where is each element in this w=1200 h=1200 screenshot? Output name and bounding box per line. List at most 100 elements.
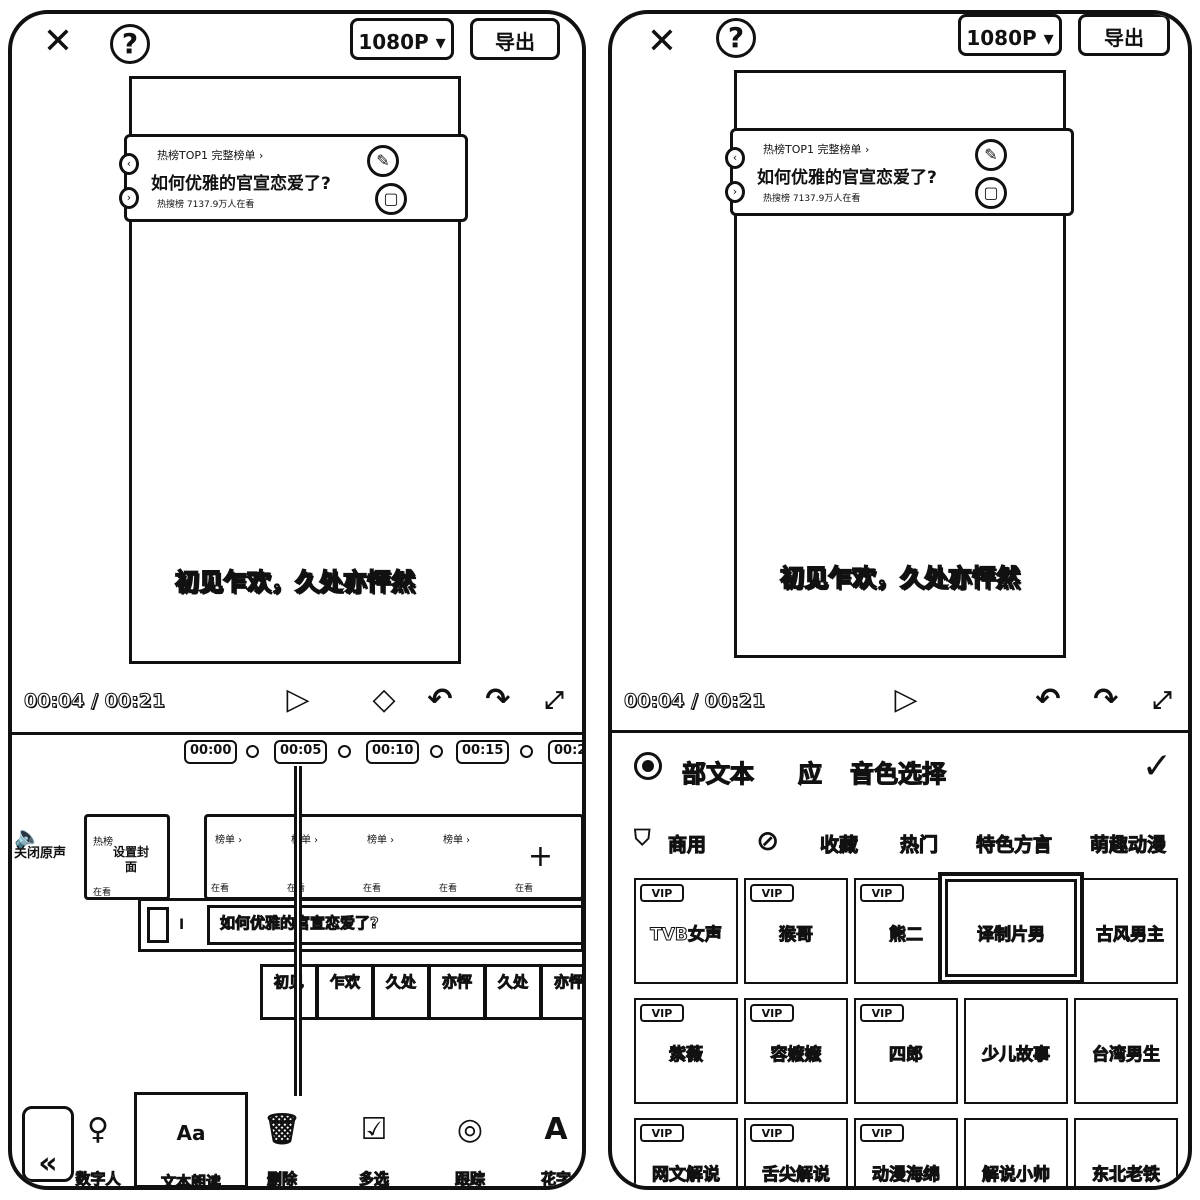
voice-card[interactable]: VIP 舌尖解说 [744, 1118, 848, 1186]
tag-icon: › [725, 181, 745, 203]
apply-all-radio-icon[interactable] [634, 752, 662, 780]
subtitle-clip[interactable]: 亦怦 [540, 964, 582, 1020]
voice-card-selected[interactable]: 译制片男 [938, 872, 1084, 984]
voice-name: 容嬷嬷 [770, 1045, 822, 1066]
subtitle-clip[interactable]: 乍欢 [316, 964, 372, 1020]
category-commercial[interactable]: 商用 [667, 830, 706, 857]
voice-card[interactable]: VIP 紫薇 [634, 998, 738, 1104]
video-subtitle[interactable]: 初见乍欢，久处亦怦然 [734, 558, 1066, 593]
tool-tracking[interactable]: ◎ 跟踪 [430, 1092, 510, 1186]
add-clip-icon[interactable]: + [528, 839, 553, 874]
set-cover-button[interactable]: 热榜 设置封面 在看 [84, 814, 170, 900]
fullscreen-icon[interactable]: ⤢ [534, 680, 574, 720]
editor-screen-timeline: ✕ ? 1080P ▾ 导出 ‹ › 热榜TOP1 完整榜单 › 如何优雅的官宣… [8, 10, 586, 1190]
tool-label: 多选 [358, 1170, 389, 1188]
category-anime[interactable]: 萌趣动漫 [1089, 830, 1166, 857]
time-tick: 00:10 [366, 740, 420, 764]
redo-icon[interactable]: ↷ [478, 680, 518, 720]
voice-name: 舌尖解说 [762, 1165, 831, 1186]
clip-handle[interactable] [147, 907, 169, 943]
resolution-button[interactable]: 1080P ▾ [958, 14, 1062, 56]
play-icon[interactable]: ▷ [278, 680, 318, 720]
scale-handle-icon[interactable]: ▢ [375, 183, 407, 215]
keyframe-icon[interactable]: ◇ [364, 680, 404, 720]
category-dialect[interactable]: 特色方言 [975, 830, 1052, 857]
text-clip[interactable]: 如何优雅的官宣恋爱了? [207, 905, 581, 945]
cover-bottom: 在看 [93, 888, 112, 898]
no-voice-icon[interactable]: ⊘ [756, 824, 779, 857]
subtitle-clip[interactable]: 久处 [372, 964, 428, 1020]
voice-card[interactable]: VIP 四郎 [854, 998, 958, 1104]
hot-card-sub-line: 热搜榜 7137.9万人在看 [763, 194, 861, 204]
voice-card[interactable]: 解说小帅 [964, 1118, 1068, 1186]
play-icon[interactable]: ▷ [886, 680, 926, 720]
undo-icon[interactable]: ↶ [1028, 680, 1068, 720]
category-hot[interactable]: 热门 [899, 830, 938, 857]
cover-label: 设置封面 [113, 845, 150, 874]
time-tick: 00:15 [456, 740, 510, 764]
tool-multi-select[interactable]: ☑ 多选 [334, 1092, 414, 1188]
voice-card[interactable]: VIP 动漫海绵 [854, 1118, 958, 1186]
video-subtitle[interactable]: 初见乍欢，久处亦怦然 [129, 562, 461, 597]
playhead[interactable] [294, 766, 302, 1096]
tag-icon: › [119, 187, 139, 209]
voice-card[interactable]: VIP 容嬷嬷 [744, 998, 848, 1104]
arrow-left-icon: ‹ [119, 153, 139, 175]
voice-card[interactable]: 东北老铁 [1074, 1118, 1178, 1186]
confirm-check-icon[interactable]: ✓ [1142, 746, 1172, 787]
tick-dot [520, 745, 533, 758]
redo-icon[interactable]: ↷ [1086, 680, 1126, 720]
edit-pen-icon[interactable]: ✎ [367, 145, 399, 177]
fullscreen-icon[interactable]: ⤢ [1142, 680, 1182, 720]
panel-title: 音色选择 [849, 759, 946, 788]
voice-card[interactable]: 少儿故事 [964, 998, 1068, 1104]
hot-list-card[interactable]: ‹ › 热榜TOP1 完整榜单 › 如何优雅的官宣恋爱了? 热搜榜 7137.9… [119, 134, 468, 222]
target-icon: ◎ [456, 1112, 484, 1147]
help-icon[interactable]: ? [716, 18, 756, 58]
voice-name: 紫薇 [669, 1045, 704, 1066]
mute-original-audio[interactable]: 🔈 关闭原声 [14, 825, 74, 862]
vip-badge: VIP [750, 1004, 794, 1022]
tool-digital-human[interactable]: ♀ 数字人 [58, 1092, 138, 1186]
voice-card[interactable]: VIP 网文解说 [634, 1118, 738, 1186]
vip-badge: VIP [860, 884, 904, 902]
export-button[interactable]: 导出 [470, 18, 560, 60]
voice-card[interactable]: 古风男主 [1082, 878, 1178, 984]
export-button[interactable]: 导出 [1078, 14, 1170, 56]
voice-card[interactable]: VIP TVB女声 [634, 878, 738, 984]
tool-label: 文本朗读 [160, 1173, 221, 1190]
vip-badge: VIP [750, 884, 794, 902]
apply-label[interactable]: 应 [797, 754, 822, 789]
hot-card-title: 如何优雅的官宣恋爱了? [757, 168, 937, 188]
subtitle-clip[interactable]: 久处 [484, 964, 540, 1020]
undo-icon[interactable]: ↶ [420, 680, 460, 720]
vip-badge: VIP [860, 1124, 904, 1142]
vip-badge: VIP [640, 1124, 684, 1142]
close-icon[interactable]: ✕ [642, 22, 682, 62]
resolution-button[interactable]: 1080P ▾ [350, 18, 454, 60]
divider [12, 732, 582, 735]
commercial-shield-icon: ⛉ [634, 826, 651, 851]
voice-name: 解说小帅 [982, 1165, 1051, 1186]
tool-text-to-speech[interactable]: Aa 文本朗读 [134, 1092, 248, 1190]
voice-card[interactable]: VIP 猴哥 [744, 878, 848, 984]
close-icon[interactable]: ✕ [38, 22, 78, 62]
apply-all-text-label[interactable]: 部文本 [681, 754, 754, 789]
help-icon[interactable]: ? [110, 24, 150, 64]
speaker-icon: 🔈 [14, 825, 42, 850]
text-track[interactable]: I 如何优雅的官宣恋爱了? [138, 898, 582, 952]
tool-delete[interactable]: 🗑 删除 [242, 1092, 322, 1186]
voice-name: 网文解说 [652, 1165, 721, 1186]
video-track[interactable]: 榜单 ›在看 榜单 ›在看 榜单 ›在看 榜单 ›在看 在看 + [204, 814, 582, 900]
category-favorites[interactable]: 收藏 [819, 830, 858, 857]
multi-select-icon: ☑ [360, 1112, 388, 1147]
voice-card[interactable]: 台湾男生 [1074, 998, 1178, 1104]
tts-icon: Aa [176, 1121, 206, 1145]
subtitle-track[interactable]: 初见 乍欢 久处 亦怦 久处 亦怦 [260, 964, 582, 1024]
hot-list-card[interactable]: ‹ › 热榜TOP1 完整榜单 › 如何优雅的官宣恋爱了? 热搜榜 7137.9… [725, 128, 1074, 216]
edit-pen-icon[interactable]: ✎ [975, 139, 1007, 171]
tool-fancy-text[interactable]: A 花字 [528, 1092, 582, 1186]
subtitle-clip[interactable]: 亦怦 [428, 964, 484, 1020]
subtitle-clip[interactable]: 初见 [260, 964, 316, 1020]
scale-handle-icon[interactable]: ▢ [975, 177, 1007, 209]
